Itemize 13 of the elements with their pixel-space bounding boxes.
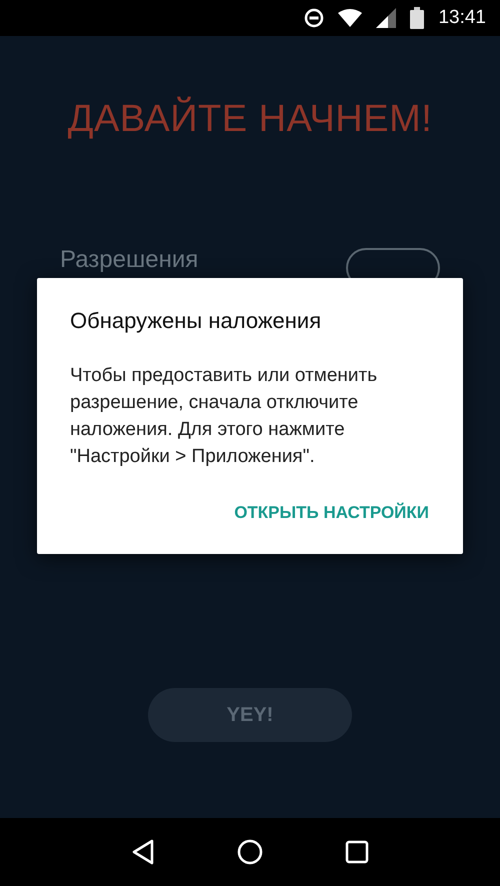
back-icon[interactable] [131,839,155,865]
dialog-message: Чтобы предоставить или отменить разрешение, сначала отключите наложения. Для этого нажмите "Настройки > Приложения". [70,364,378,470]
recents-icon[interactable] [345,840,369,864]
clock-time: 13:41 [438,6,486,30]
permission-label: Разрешения [60,248,198,272]
open-settings-button[interactable]: ОТКРЫТЬ НАСТРОЙКИ [234,496,429,530]
battery-icon [410,7,424,29]
circle-status-icon [304,8,324,28]
wifi-icon [338,9,362,27]
screen-title: ДАВАЙТЕ НАЧНЕМ! [68,96,432,142]
signal-icon [376,8,396,28]
home-icon[interactable] [237,839,263,865]
dialog-title: Обнаружены наложения [70,308,322,334]
